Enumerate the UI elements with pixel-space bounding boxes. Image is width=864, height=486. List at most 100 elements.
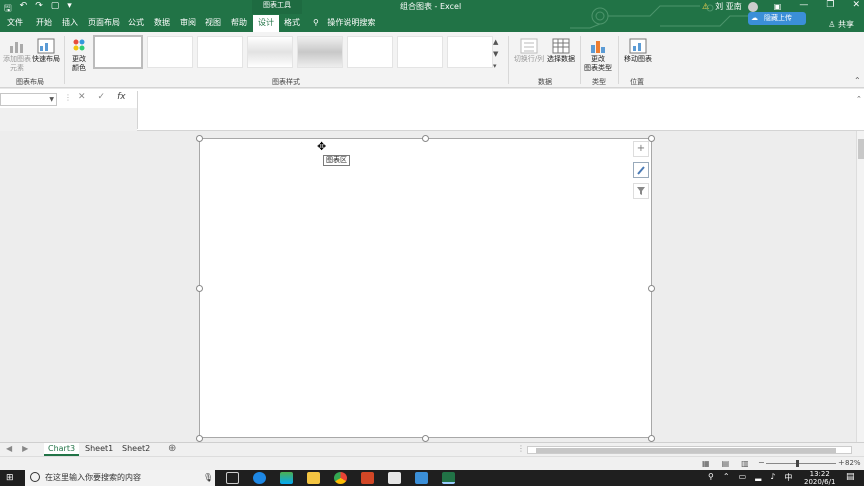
chart-style-8[interactable] (447, 36, 493, 68)
battery-icon[interactable]: ▭ (739, 472, 747, 483)
column-header-gap (0, 108, 137, 131)
chart-type-icon (591, 41, 605, 53)
people-icon[interactable]: ⚲ (708, 472, 714, 483)
microphone-icon[interactable]: 🎙 (203, 470, 213, 486)
formula-input[interactable] (137, 91, 857, 129)
excel-icon[interactable] (442, 472, 455, 484)
chrome-icon[interactable] (334, 472, 347, 484)
chart-filters-button[interactable] (633, 183, 649, 199)
tab-format[interactable]: 格式 (284, 17, 300, 28)
tab-view[interactable]: 视图 (205, 17, 221, 28)
resize-handle-ml[interactable] (196, 285, 203, 292)
gallery-down-icon[interactable]: ▼ (493, 50, 503, 58)
minimize-icon[interactable]: — (799, 0, 808, 10)
sheet-tab-sheet1[interactable]: Sheet1 (81, 443, 117, 456)
tab-split-dots-icon[interactable]: ⋮ (517, 444, 525, 453)
resize-handle-bl[interactable] (196, 435, 203, 442)
tab-formulas[interactable]: 公式 (128, 17, 144, 28)
collapse-ribbon-icon[interactable]: ⌃ (854, 76, 861, 85)
volume-icon[interactable]: ♪ (770, 472, 775, 483)
page-layout-view-icon[interactable]: ▤ (722, 459, 730, 468)
chevron-down-icon[interactable]: ▼ (49, 96, 54, 103)
move-chart-button[interactable]: 移动图表 (620, 38, 656, 64)
switch-row-column-button[interactable]: 切换行/列 (512, 38, 546, 64)
next-sheet-icon[interactable]: ▶ (22, 444, 28, 453)
media-player-icon[interactable] (280, 472, 293, 484)
ime-icon[interactable]: 中 (784, 472, 792, 483)
cancel-icon[interactable]: ✕ (78, 92, 86, 102)
tab-help[interactable]: 帮助 (231, 17, 247, 28)
zoom-slider[interactable] (766, 460, 836, 467)
windows-start-icon[interactable]: ⊞ (6, 473, 14, 483)
chart-elements-button[interactable]: + (633, 141, 649, 157)
taskbar-search[interactable]: 在这里输入你要搜索的内容 🎙 (25, 470, 215, 486)
chart-style-5[interactable] (297, 36, 343, 68)
tab-data[interactable]: 数据 (154, 17, 170, 28)
gallery-up-icon[interactable]: ▲ (493, 38, 503, 46)
sheet-tab-chart3[interactable]: Chart3 (44, 443, 80, 456)
chart-style-7[interactable] (397, 36, 443, 68)
resize-handle-bc[interactable] (422, 435, 429, 442)
close-icon[interactable]: ✕ (852, 0, 860, 10)
tab-insert[interactable]: 插入 (62, 17, 78, 28)
tab-review[interactable]: 审阅 (180, 17, 196, 28)
taskbar-clock[interactable]: 13:22 2020/6/1 (804, 470, 835, 486)
zoom-level[interactable]: 82% (845, 459, 861, 467)
chart-styles-button[interactable] (633, 162, 649, 178)
notification-icon[interactable]: ▤ (846, 472, 855, 482)
name-box[interactable]: ▼ (0, 93, 57, 106)
chart-style-2[interactable] (147, 36, 193, 68)
add-chart-element-button[interactable]: 添加图表 元素 (2, 38, 32, 73)
gallery-more-icon[interactable]: ▾ (493, 62, 503, 70)
switch-row-column-label: 切换行/列 (513, 55, 545, 63)
tab-home[interactable]: 开始 (36, 17, 52, 28)
chart-style-3[interactable] (197, 36, 243, 68)
tab-design[interactable]: 设计 (253, 15, 279, 32)
resize-handle-br[interactable] (648, 435, 655, 442)
change-colors-button[interactable]: 更改 颜色 (66, 38, 92, 73)
select-data-button[interactable]: 选择数据 (546, 38, 576, 64)
horizontal-scroll-thumb[interactable] (536, 448, 836, 453)
quick-layout-button[interactable]: 快速布局 (32, 38, 60, 64)
upload-label: 隐藏上传 (764, 14, 792, 22)
tell-me-search[interactable]: ⚲ 操作说明搜索 (313, 17, 375, 28)
edge-icon[interactable] (253, 472, 266, 484)
vertical-scroll-thumb[interactable] (858, 139, 864, 159)
chart-style-4[interactable] (247, 36, 293, 68)
task-view-icon[interactable] (226, 472, 239, 484)
network-icon[interactable]: ▂ (755, 472, 761, 483)
insert-function-icon[interactable]: fx (117, 92, 126, 102)
chart-style-1[interactable] (93, 35, 143, 69)
sheet-tab-sheet2[interactable]: Sheet2 (118, 443, 154, 456)
enter-icon[interactable]: ✓ (98, 92, 106, 102)
zoom-slider-knob[interactable] (796, 460, 799, 467)
tab-page-layout[interactable]: 页面布局 (88, 17, 120, 28)
tray-expand-icon[interactable]: ⌃ (723, 472, 730, 483)
horizontal-scrollbar[interactable] (527, 446, 852, 454)
resize-handle-tl[interactable] (196, 135, 203, 142)
zoom-in-icon[interactable]: + (838, 458, 845, 467)
chart-style-6[interactable] (347, 36, 393, 68)
resize-handle-tr[interactable] (648, 135, 655, 142)
move-chart-icon (629, 38, 647, 54)
restore-icon[interactable]: ❐ (826, 0, 834, 10)
page-break-view-icon[interactable]: ▥ (741, 459, 749, 468)
file-explorer-icon[interactable] (307, 472, 320, 484)
powerpoint-icon[interactable] (361, 472, 374, 484)
share-button[interactable]: ♙ 共享 (828, 19, 854, 30)
zoom-out-icon[interactable]: − (758, 458, 765, 467)
cloud-app-icon[interactable] (415, 472, 428, 484)
resize-handle-mr[interactable] (648, 285, 655, 292)
add-sheet-icon[interactable]: ⊕ (168, 443, 176, 454)
network-app-icon[interactable] (388, 472, 401, 484)
chart-area[interactable] (199, 138, 652, 438)
expand-formula-icon[interactable]: ⌃ (856, 95, 862, 103)
resize-handle-tc[interactable] (422, 135, 429, 142)
change-chart-type-button[interactable]: 更改 图表类型 (582, 38, 614, 73)
upload-button[interactable]: ☁ 隐藏上传 (748, 12, 806, 25)
prev-sheet-icon[interactable]: ◀ (6, 444, 12, 453)
separator (508, 36, 509, 84)
tab-file[interactable]: 文件 (7, 17, 23, 28)
vertical-scrollbar[interactable] (856, 131, 864, 442)
normal-view-icon[interactable]: ▦ (702, 459, 710, 468)
